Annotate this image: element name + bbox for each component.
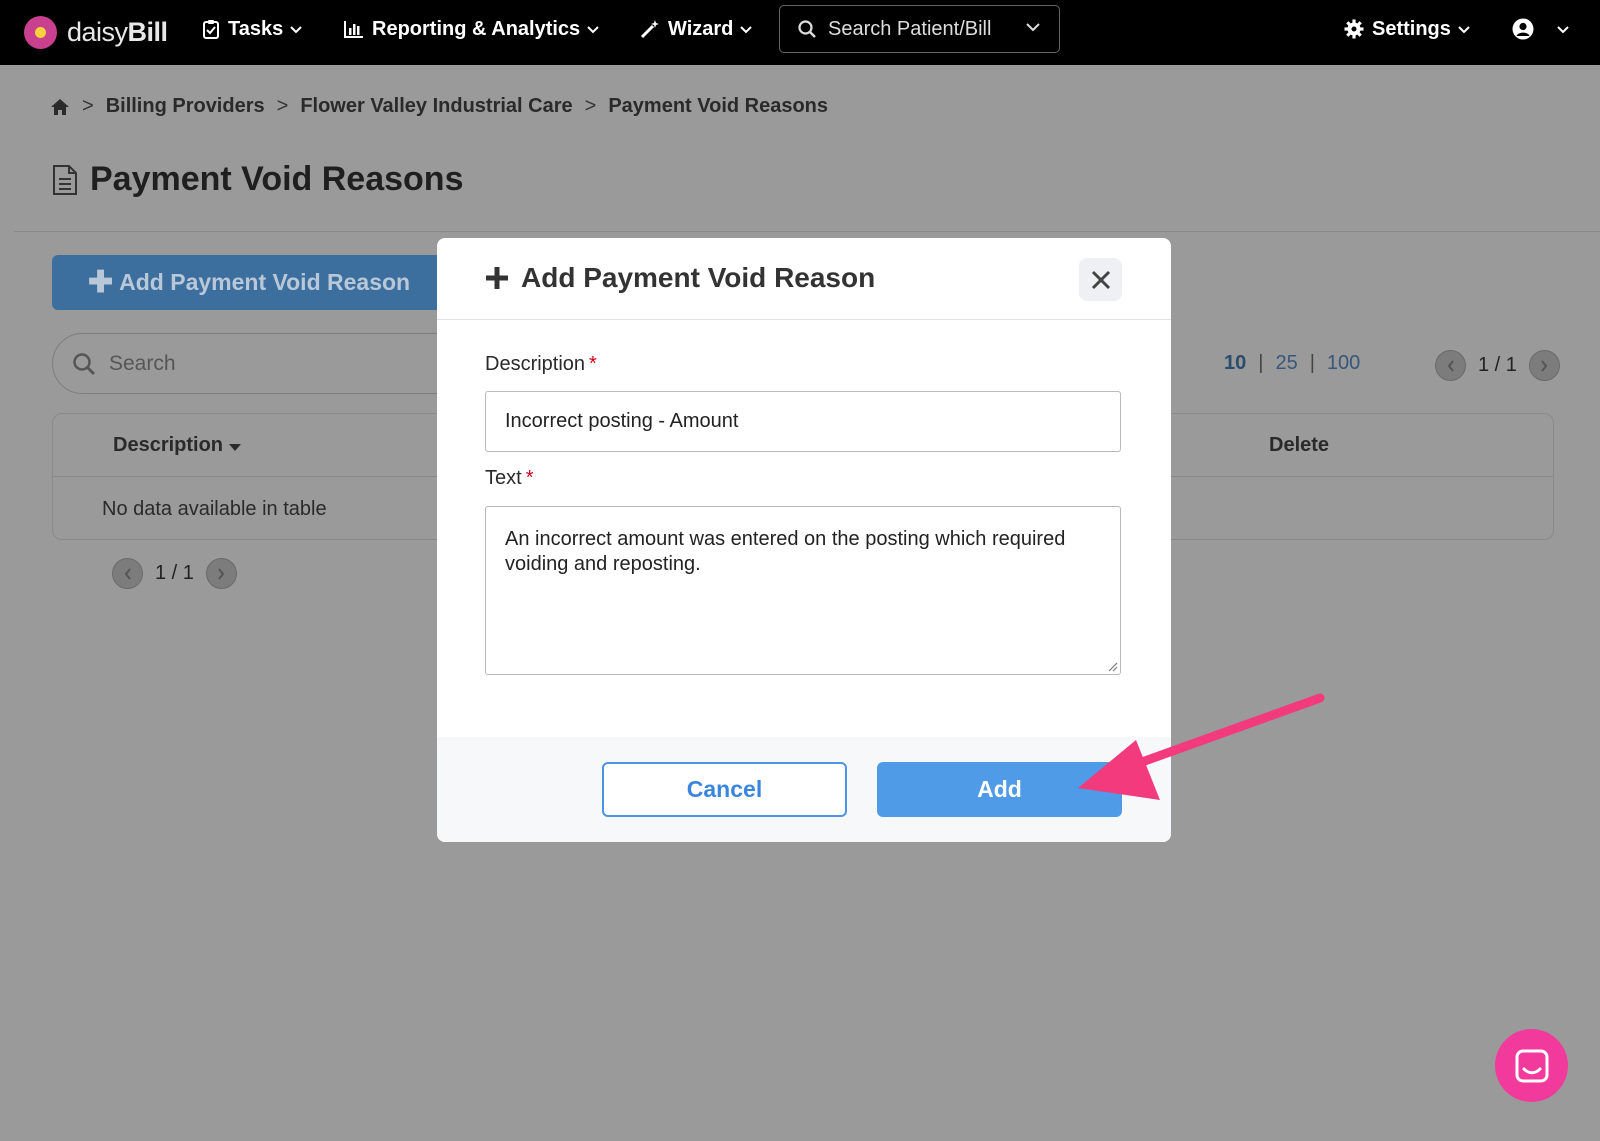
home-icon[interactable] (50, 98, 70, 116)
cancel-button[interactable]: Cancel (602, 762, 847, 817)
page-size-25[interactable]: 25 (1275, 352, 1297, 375)
magic-wand-icon (640, 20, 659, 39)
close-modal-button[interactable] (1079, 258, 1122, 301)
page-size-10[interactable]: 10 (1224, 352, 1246, 375)
user-menu[interactable] (1512, 0, 1570, 58)
patient-bill-search[interactable]: Search Patient/Bill (779, 5, 1060, 53)
textarea-content: An incorrect amount was entered on the p… (505, 528, 1066, 575)
add-payment-void-reason-label: Add Payment Void Reason (119, 269, 411, 295)
gear-icon (1344, 19, 1364, 39)
chevron-down-icon (1458, 26, 1470, 34)
page-indicator: 1 / 1 (1478, 354, 1517, 376)
bottom-pagination: 1 / 1 (112, 558, 237, 589)
page-indicator: 1 / 1 (155, 562, 194, 584)
sort-down-icon (228, 444, 241, 451)
chat-launcher-button[interactable] (1495, 1029, 1568, 1102)
breadcrumb-current: Payment Void Reasons (608, 95, 829, 117)
nav-settings-label: Settings (1372, 17, 1451, 40)
search-icon (798, 20, 816, 38)
search-icon (73, 352, 95, 375)
page-size-100[interactable]: 100 (1327, 352, 1360, 375)
previous-page-button[interactable] (1435, 350, 1466, 381)
next-page-button[interactable] (1528, 350, 1560, 381)
chevron-right-icon: > (584, 95, 597, 117)
top-navbar: daisyBill Tasks Reporting & Analytics Wi… (0, 0, 1600, 65)
nav-tasks-label: Tasks (228, 17, 284, 40)
required-marker: * (525, 467, 534, 489)
plus-icon (486, 267, 508, 289)
annotation-arrow-icon (1078, 693, 1325, 800)
chevron-down-icon (1026, 23, 1040, 32)
chevron-right-icon: > (82, 95, 94, 117)
breadcrumb-flower-valley[interactable]: Flower Valley Industrial Care (300, 95, 572, 118)
close-icon (1091, 270, 1110, 289)
document-icon (53, 164, 77, 195)
description-label: Description * (485, 353, 597, 375)
breadcrumb-billing-providers[interactable]: Billing Providers (106, 95, 265, 118)
chevron-down-icon (1557, 26, 1569, 34)
text-textarea[interactable]: An incorrect amount was entered on the p… (485, 506, 1121, 675)
required-marker: * (589, 353, 597, 375)
nav-tasks[interactable]: Tasks (202, 0, 303, 58)
modal-header: Add Payment Void Reason (437, 238, 1171, 320)
nav-settings[interactable]: Settings (1344, 0, 1471, 58)
modal-title-text: Add Payment Void Reason (521, 262, 876, 293)
chevron-right-icon: > (276, 95, 289, 117)
nav-wizard[interactable]: Wizard (640, 0, 753, 58)
text-label: Text * (485, 467, 534, 489)
clipboard-check-icon (203, 20, 219, 39)
daisy-logo-icon (24, 16, 57, 49)
chevron-left-icon (124, 567, 131, 580)
add-payment-void-reason-button[interactable]: ✚ Add Payment Void Reason (52, 255, 502, 310)
table-search-placeholder: Search (109, 351, 176, 375)
empty-table-message: No data available in table (102, 498, 327, 520)
chevron-down-icon (290, 26, 302, 34)
chevron-down-icon (740, 26, 753, 34)
add-void-reason-modal: Add Payment Void Reason Description * Inc… (437, 238, 1171, 842)
chevron-right-icon (218, 567, 225, 580)
next-page-button[interactable] (205, 558, 237, 589)
column-description[interactable]: Description (113, 434, 241, 457)
divider (14, 231, 1600, 232)
page-title: Payment Void Reasons (52, 160, 464, 199)
top-pagination: 1 / 1 (1435, 350, 1560, 381)
nav-wizard-label: Wizard (668, 17, 734, 40)
brand-name-suffix: Bill (127, 17, 169, 47)
resize-handle-icon[interactable] (1106, 660, 1118, 672)
user-avatar-icon (1512, 18, 1534, 40)
patient-bill-search-placeholder: Search Patient/Bill (828, 17, 992, 40)
breadcrumb: > Billing Providers > Flower Valley Indu… (50, 95, 828, 118)
brand-logo[interactable]: daisyBill (24, 16, 168, 49)
bar-chart-icon (344, 21, 363, 38)
table-search-input[interactable]: Search (52, 333, 492, 394)
page-title-text: Payment Void Reasons (90, 160, 464, 198)
nav-reporting-label: Reporting & Analytics (372, 17, 581, 40)
modal-footer: Cancel Add (437, 737, 1171, 842)
plus-icon: ✚ (88, 266, 114, 299)
column-description-label: Description (113, 434, 224, 456)
description-input[interactable]: Incorrect posting - Amount (485, 391, 1121, 452)
page-size-selector: 10 | 25 | 100 (1224, 352, 1361, 375)
brand-name-prefix: daisy (67, 17, 128, 47)
chevron-down-icon (587, 26, 599, 34)
modal-title: Add Payment Void Reason (485, 262, 875, 294)
column-delete: Delete (1269, 434, 1330, 456)
chevron-left-icon (1447, 359, 1454, 372)
chat-icon (1515, 1049, 1548, 1082)
nav-reporting[interactable]: Reporting & Analytics (344, 0, 600, 58)
previous-page-button[interactable] (112, 558, 143, 589)
chevron-right-icon (1541, 359, 1548, 372)
